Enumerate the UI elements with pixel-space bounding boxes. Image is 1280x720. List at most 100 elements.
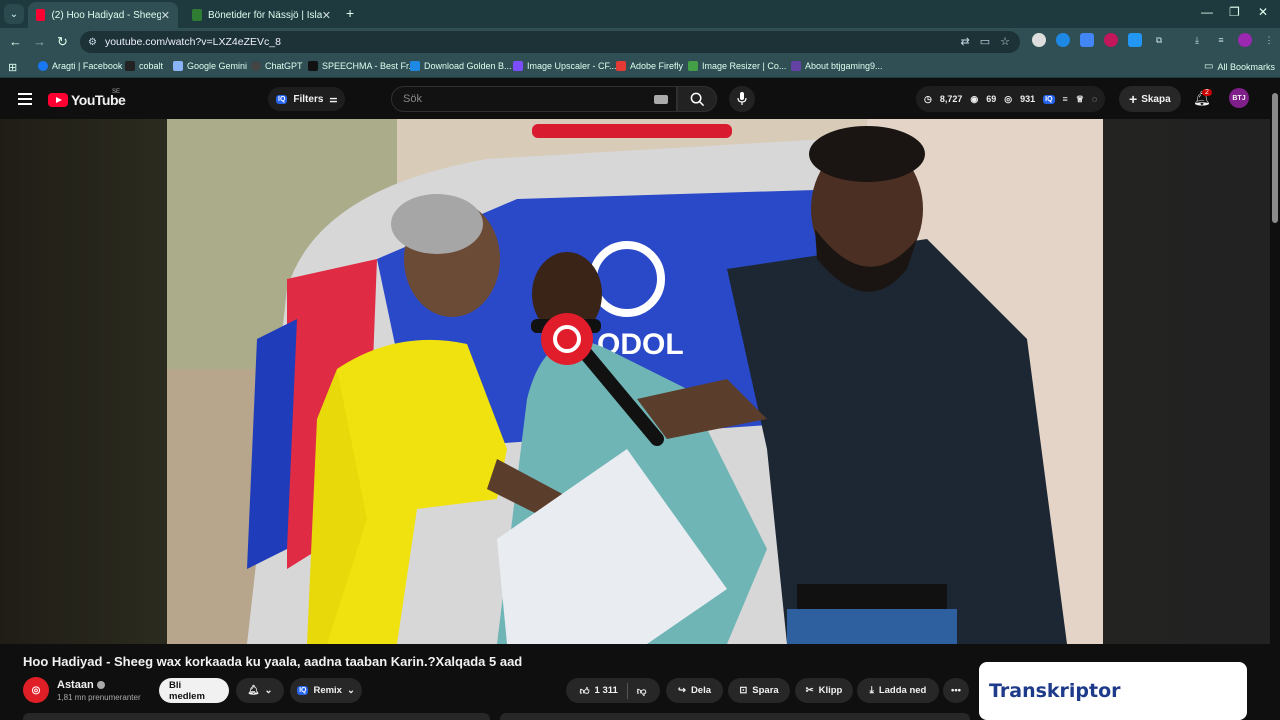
profile-avatar-icon[interactable] xyxy=(1238,33,1252,47)
channel-avatar[interactable]: ◎ xyxy=(23,677,49,703)
site-info-icon[interactable]: ⚙ xyxy=(88,37,97,48)
browser-tab-strip: ⌄ (2) Hoo Hadiyad - Sheeg wax k ✕ Böneti… xyxy=(0,0,1280,28)
iq-icon: IQ xyxy=(297,686,309,695)
clock-icon: ◷ xyxy=(924,93,932,104)
islam-favicon-icon xyxy=(192,9,202,21)
remix-label: Remix xyxy=(313,685,342,696)
video-player[interactable]: ODOL xyxy=(167,119,1103,644)
youtube-play-icon xyxy=(48,93,68,107)
search-input[interactable]: Sök xyxy=(391,86,677,112)
tab-close-icon[interactable]: ✕ xyxy=(322,9,331,22)
search-placeholder: Sök xyxy=(403,93,422,105)
url-text: youtube.com/watch?v=LXZ4eZEVc_8 xyxy=(104,36,281,48)
chat-icon[interactable]: ◌ xyxy=(1092,94,1097,104)
tab-close-icon[interactable]: ✕ xyxy=(161,9,170,22)
tab-islam[interactable]: Bönetider för Nässjö | Islam.nu ✕ xyxy=(184,2,339,28)
close-window-icon[interactable]: ✕ xyxy=(1258,5,1268,19)
dislike-button[interactable]: 👎︎ xyxy=(637,685,647,697)
tab-search-button[interactable]: ⌄ xyxy=(4,4,24,24)
create-button[interactable]: + Skapa xyxy=(1119,86,1181,112)
account-avatar[interactable]: BTJ xyxy=(1229,88,1249,108)
download-button[interactable]: ⤓ Ladda ned xyxy=(857,678,939,703)
list-icon[interactable]: ≡ xyxy=(1063,94,1068,104)
bookmark-icon: ⊡ xyxy=(739,685,748,696)
scissors-icon: ✂ xyxy=(805,685,814,696)
tab-youtube[interactable]: (2) Hoo Hadiyad - Sheeg wax k ✕ xyxy=(28,2,178,28)
bookmark-star-icon[interactable]: ☆ xyxy=(1000,35,1010,48)
bookmark-item[interactable]: Image Upscaler - CF... xyxy=(513,61,617,71)
reload-icon[interactable]: ↻ xyxy=(57,34,68,50)
clip-button[interactable]: ✂ Klipp xyxy=(795,678,853,703)
save-label: Spara xyxy=(752,685,779,696)
menu-icon[interactable] xyxy=(18,93,32,105)
extension-icon[interactable] xyxy=(1128,33,1142,47)
plus-icon: + xyxy=(1129,91,1138,107)
share-icon: ↪ xyxy=(677,685,686,696)
transkriptor-logo: Transkriptor xyxy=(989,680,1121,702)
subscriber-count: 1,81 mn prenumeranter xyxy=(57,693,141,702)
scrollbar-thumb[interactable] xyxy=(1272,93,1278,223)
filters-button[interactable]: IQ Filters ⚌ xyxy=(268,87,346,111)
translate-icon[interactable]: ⇄ xyxy=(961,35,970,48)
subscribe-notification-button[interactable]: 🔔︎ ⌄ xyxy=(236,678,284,703)
bookmark-item[interactable]: ChatGPT xyxy=(251,61,303,71)
stat-watch: 69 xyxy=(986,94,997,104)
bookmark-item[interactable]: Google Gemini xyxy=(173,61,247,71)
trophy-icon[interactable]: ♕ xyxy=(1076,94,1084,105)
like-button[interactable]: 👍︎ 1 311 xyxy=(580,685,618,697)
download-icon[interactable]: ⤓ xyxy=(1190,33,1204,47)
tab-youtube-label: (2) Hoo Hadiyad - Sheeg wax k xyxy=(51,9,161,21)
eye-icon: ◉ xyxy=(970,93,979,104)
bookmark-item[interactable]: Adobe Firefly xyxy=(616,61,683,71)
search-icon xyxy=(690,92,704,106)
country-code: SE xyxy=(112,89,121,95)
youtube-header: YouTube SE IQ Filters ⚌ Sök ◷ 8,727 ◉ 69 ◎… xyxy=(0,79,1280,119)
tab-islam-label: Bönetider för Nässjö | Islam.nu xyxy=(208,9,322,21)
remix-button[interactable]: IQ Remix ⌄ xyxy=(290,678,362,703)
url-input[interactable]: ⚙ youtube.com/watch?v=LXZ4eZEVc_8 ⇄ ▭ ☆ xyxy=(80,31,1020,53)
stat-views: 8,727 xyxy=(939,94,963,104)
back-icon[interactable]: ← xyxy=(9,34,22,49)
bookmark-item[interactable]: Image Resizer | Co... xyxy=(688,61,786,71)
share-label: Dela xyxy=(690,685,712,696)
join-button[interactable]: Bli medlem xyxy=(159,678,229,703)
more-menu-icon[interactable]: ⋮ xyxy=(1262,33,1276,47)
extension-icon[interactable] xyxy=(1056,33,1070,47)
keyboard-icon[interactable] xyxy=(654,95,668,104)
save-button[interactable]: ⊡ Spara xyxy=(728,678,790,703)
reading-list-icon[interactable]: ≡ xyxy=(1214,33,1228,47)
filters-label: Filters xyxy=(293,93,324,105)
channel-name-row[interactable]: Astaan xyxy=(57,679,105,691)
voice-search-button[interactable] xyxy=(729,86,755,112)
extension-icon[interactable] xyxy=(1104,33,1118,47)
transkriptor-widget[interactable]: Transkriptor xyxy=(979,662,1247,720)
more-actions-button[interactable]: ••• xyxy=(943,678,969,703)
comments-box-edge xyxy=(500,713,970,720)
share-button[interactable]: ↪ Dela xyxy=(666,678,723,703)
bookmark-item[interactable]: Download Golden B... xyxy=(410,61,512,71)
bookmark-item[interactable]: Aragti | Facebook xyxy=(38,61,122,71)
translate-extension-icon[interactable] xyxy=(1080,33,1094,47)
chevron-down-icon: ⌄ xyxy=(264,685,273,696)
search-button[interactable] xyxy=(677,86,717,112)
bookmark-item[interactable]: SPEECHMA - Best Fr... xyxy=(308,61,416,71)
extension-icon[interactable] xyxy=(1032,33,1046,47)
forward-icon[interactable]: → xyxy=(33,34,46,49)
puzzle-icon[interactable]: ⧉ xyxy=(1152,33,1166,47)
all-bookmarks-folder[interactable]: ▭ All Bookmarks xyxy=(1204,61,1275,72)
maximize-icon[interactable]: ❐ xyxy=(1229,5,1240,19)
address-bar-row: ← → ↻ ⚙ youtube.com/watch?v=LXZ4eZEVc_8 … xyxy=(0,28,1280,56)
video-title: Hoo Hadiyad - Sheeg wax korkaada ku yaal… xyxy=(23,654,523,669)
apps-grid-icon[interactable]: ⊞ xyxy=(8,61,17,74)
minimize-icon[interactable]: — xyxy=(1201,5,1213,19)
new-tab-button[interactable]: + xyxy=(346,5,354,21)
youtube-favicon-icon xyxy=(36,9,46,21)
stats-widget[interactable]: ◷ 8,727 ◉ 69 ◎ 931 IQ ≡ ♕ ◌ xyxy=(916,86,1106,112)
bookmark-item[interactable]: About btjgaming9... xyxy=(791,61,883,71)
microphone-icon xyxy=(737,92,747,105)
thumbs-down-icon: 👎︎ xyxy=(636,685,647,697)
thumbs-up-icon: 👍︎ xyxy=(579,685,590,697)
channel-name: Astaan xyxy=(57,679,94,691)
cast-icon[interactable]: ▭ xyxy=(980,35,990,48)
bookmark-item[interactable]: cobalt xyxy=(125,61,163,71)
